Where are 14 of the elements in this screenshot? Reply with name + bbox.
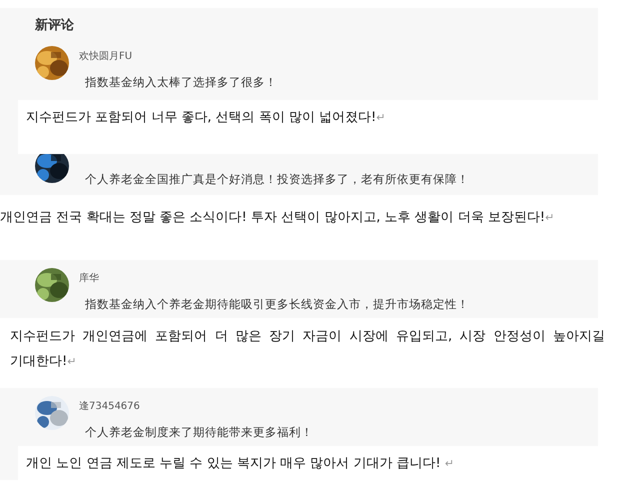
translation-text: 지수펀드가 개인연금에 포함되어 더 많은 장기 자금이 시장에 유입되고, 시장 안정성이 높아지길 기대한다!↵ xyxy=(9,328,605,371)
translation-text: 개인연금 전국 확대는 정말 좋은 소식이다! 투자 선택이 많아지고, 노후 생활이 더욱 보장된다!↵ xyxy=(0,209,556,227)
comment-text: 个人养老金全国推广真是个好消息！投资选择多了，老有所依更有保障！ xyxy=(85,172,469,187)
translation-text: 지수펀드가 포함되어 너무 좋다, 선택의 폭이 많이 넓어졌다! xyxy=(26,110,376,125)
comment-text: 指数基金纳入个养老金期待能吸引更多长线资金入市，提升市场稳定性！ xyxy=(85,297,469,312)
username[interactable]: 欢快圆月FU xyxy=(79,49,277,63)
paragraph-mark: ↵ xyxy=(444,457,454,470)
username[interactable]: 庠华 xyxy=(79,271,469,285)
section-heading: 新评论 xyxy=(35,16,75,34)
comment-text: 个人养老金制度来了期待能带来更多福利！ xyxy=(85,425,313,440)
translation-text: 개인 노인 연금 제도로 누릴 수 있는 복지가 매우 많아서 기대가 큽니다! xyxy=(26,456,442,471)
comment-text: 指数基金纳入太棒了选择多了很多！ xyxy=(85,75,277,90)
username[interactable]: 逢73454676 xyxy=(79,399,313,413)
paragraph-mark: ↵ xyxy=(376,111,386,124)
